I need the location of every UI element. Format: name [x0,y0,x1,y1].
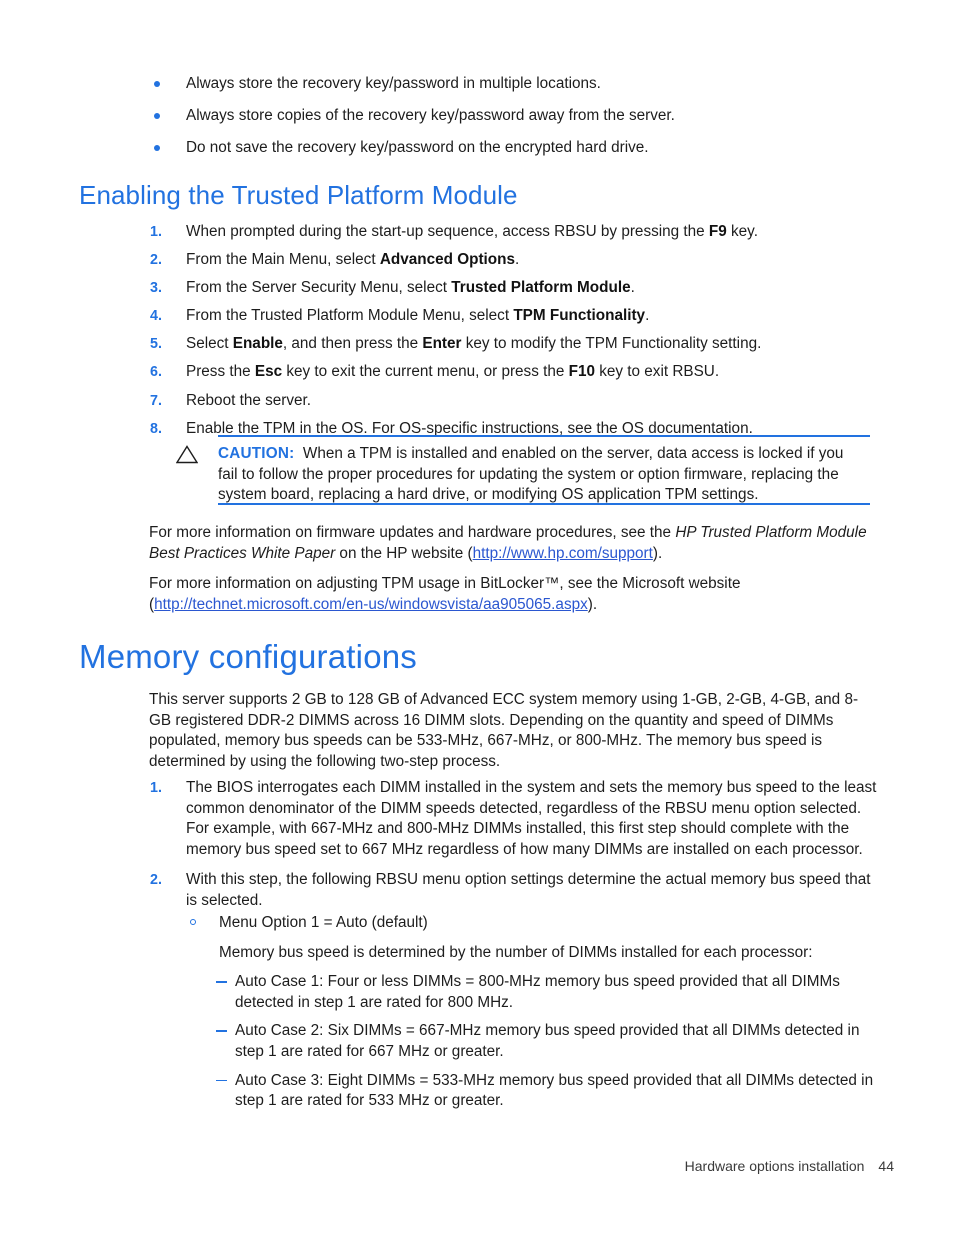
paragraph-tail: ). [652,544,663,562]
bullet-dot-icon [154,113,160,119]
list-item: Auto Case 3: Eight DIMMs = 533-MHz memor… [190,1071,880,1112]
list-item: 1. The BIOS interrogates each DIMM insta… [150,778,880,860]
list-item-text: Always store the recovery key/password i… [186,75,601,92]
list-item: 4. From the Trusted Platform Module Menu,… [150,306,890,327]
list-item-text: Do not save the recovery key/password on… [186,139,649,156]
list-item: Auto Case 1: Four or less DIMMs = 800-MH… [190,972,880,1013]
emphasis-text: Advanced Options [379,251,515,269]
menu-option-text: Menu Option 1 = Auto (default) [219,914,428,931]
paragraph-tail: ). [587,595,598,613]
section-heading-tpm: Enabling the Trusted Platform Module [79,180,518,210]
menu-option-sublist: Menu Option 1 = Auto (default) Memory bu… [190,913,880,1120]
list-item: Auto Case 2: Six DIMMs = 667-MHz memory … [190,1021,880,1062]
list-item-text: The BIOS interrogates each DIMM installe… [186,779,877,858]
paragraph-firmware-info: For more information on firmware updates… [149,523,874,564]
list-item-text: From the Main Menu, select Advanced Opti… [186,251,520,269]
bullet-dot-icon [154,81,160,87]
list-item-text: Auto Case 2: Six DIMMs = 667-MHz memory … [235,1022,860,1060]
list-item: 7. Reboot the server. [150,391,890,412]
memory-steps-list: 1. The BIOS interrogates each DIMM insta… [150,778,880,919]
tpm-steps-list: 1. When prompted during the start-up sequ… [150,222,890,447]
dash-bullet-icon [216,1030,227,1032]
emphasis-text: TPM Functionality [513,307,646,325]
list-item-text: With this step, the following RBSU menu … [186,871,871,909]
hollow-circle-bullet-icon [190,919,196,925]
list-item: 1. When prompted during the start-up sequ… [150,222,890,243]
dash-bullet-icon [216,981,227,983]
list-item: 5. Select Enable, and then press the Ente… [150,334,890,355]
emphasis-text: Trusted Platform Module [451,279,631,297]
list-item-number: 1. [150,780,162,796]
intro-bullet-list: Always store the recovery key/password i… [149,74,879,170]
list-item-number: 2. [150,872,162,889]
emphasis-text: F9 [708,223,727,240]
list-item: 6. Press the Esc key to exit the current … [150,362,890,383]
menu-option-note: Memory bus speed is determined by the nu… [219,943,813,961]
list-item-text: Always store copies of the recovery key/… [186,107,675,124]
list-item-text: When prompted during the start-up sequen… [186,223,758,240]
section-heading-memory: Memory configurations [79,638,418,675]
bullet-dot-icon [154,145,160,151]
list-item: 3. From the Server Security Menu, select … [150,278,890,299]
emphasis-text: Esc [254,363,283,381]
caution-label: CAUTION: [218,445,295,462]
emphasis-text: F10 [568,363,595,381]
list-item-number: 7. [150,392,162,409]
page-footer: Hardware options installation 44 [0,1158,894,1174]
list-item-number: 8. [150,420,162,437]
list-item-text: Auto Case 3: Eight DIMMs = 533-MHz memor… [235,1071,874,1110]
hp-support-link[interactable]: http://www.hp.com/support [473,545,653,562]
emphasis-text: Enable [232,335,283,353]
document-page: Always store the recovery key/password i… [0,0,954,1235]
paragraph-lead: For more information on firmware updates… [149,524,676,541]
emphasis-text: Enter [422,335,462,353]
list-item-number: 5. [150,336,162,353]
list-item: Always store copies of the recovery key/… [149,106,879,126]
list-item: 2. From the Main Menu, select Advanced Op… [150,250,890,271]
memory-intro-paragraph: This server supports 2 GB to 128 GB of A… [149,691,859,770]
list-item-text: Select Enable, and then press the Enter … [186,335,762,353]
caution-top-rule [218,435,870,437]
list-item-text: Auto Case 1: Four or less DIMMs = 800-MH… [235,973,840,1011]
list-item-text: Press the Esc key to exit the current me… [186,363,720,381]
paragraph-bitlocker-info: For more information on adjusting TPM us… [149,574,874,615]
list-item: Always store the recovery key/password i… [149,74,879,94]
caution-text: CAUTION: When a TPM is installed and ena… [218,444,866,506]
list-item-text: Reboot the server. [186,391,311,409]
list-item-text: From the Trusted Platform Module Menu, s… [186,307,650,325]
caution-body-text: When a TPM is installed and enabled on t… [218,445,844,504]
footer-page-number: 44 [878,1158,894,1174]
list-item-number: 6. [150,364,162,381]
microsoft-technet-link[interactable]: http://technet.microsoft.com/en-us/windo… [154,596,588,613]
footer-chapter-title: Hardware options installation [684,1158,865,1174]
list-item: Menu Option 1 = Auto (default) [190,913,880,934]
dash-bullet-icon [216,1079,227,1082]
list-item-number: 3. [150,280,162,297]
list-item: 2. With this step, the following RBSU me… [150,870,880,911]
warning-triangle-icon [176,445,198,464]
list-item-text: From the Server Security Menu, select Tr… [186,279,635,297]
list-item: Do not save the recovery key/password on… [149,138,879,158]
paragraph-mid: on the HP website ( [335,544,473,562]
list-item-number: 4. [150,308,162,325]
list-item-number: 1. [150,224,162,240]
list-item-number: 2. [150,252,162,269]
